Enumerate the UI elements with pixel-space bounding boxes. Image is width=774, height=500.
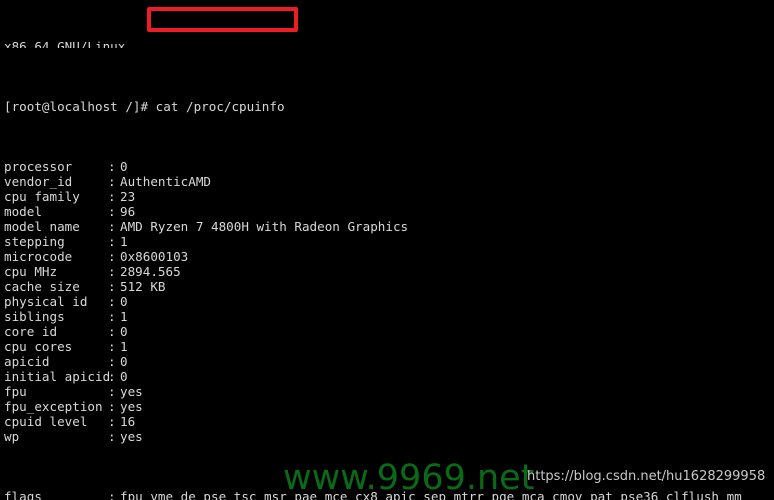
field-separator: :	[108, 264, 116, 279]
field-key: apicid	[4, 354, 50, 369]
field-value: 1	[120, 339, 128, 354]
cpuinfo-field-row: cache size:512 KB	[0, 279, 774, 294]
field-value: 0x8600103	[120, 249, 189, 264]
field-separator: :	[108, 234, 116, 249]
field-separator: :	[108, 414, 116, 429]
field-separator: :	[108, 279, 116, 294]
field-key: model	[4, 204, 42, 219]
field-value: 0	[120, 369, 128, 384]
field-separator: :	[108, 339, 116, 354]
field-key: processor	[4, 159, 73, 174]
cpuinfo-field-row: model:96	[0, 204, 774, 219]
cpuinfo-field-row: stepping:1	[0, 234, 774, 249]
field-key: siblings	[4, 309, 65, 324]
field-separator: :	[108, 159, 116, 174]
typed-command: cat /proc/cpuinfo	[155, 99, 285, 114]
field-value: 1	[120, 309, 128, 324]
cpuinfo-field-row: processor:0	[0, 159, 774, 174]
cpuinfo-field-row: model name: AMD Ryzen 7 4800H with Radeon…	[0, 219, 774, 234]
field-separator: :	[108, 489, 116, 500]
field-key: cache size	[4, 279, 80, 294]
field-value: yes	[120, 429, 143, 444]
field-key: physical id	[4, 294, 88, 309]
field-key: initial apicid	[4, 369, 111, 384]
field-key: flags	[4, 489, 42, 500]
field-key: stepping	[4, 234, 65, 249]
field-key: vendor_id	[4, 174, 73, 189]
field-value: 16	[120, 414, 136, 429]
field-key: model name	[4, 219, 80, 234]
command-prompt-line: [root@localhost /]# cat /proc/cpuinfo	[0, 99, 774, 114]
field-value: 2894.565	[120, 264, 181, 279]
cpuinfo-field-row: apicid:0	[0, 354, 774, 369]
field-separator: :	[108, 174, 116, 189]
terminal-screen: x86_64 GNU/Linux [root@localhost /]# cat…	[0, 0, 774, 500]
field-key: core id	[4, 324, 58, 339]
site-watermark: www.9969.net	[283, 458, 535, 498]
field-separator: :	[108, 429, 116, 444]
field-separator: :	[108, 354, 116, 369]
field-key: fpu	[4, 384, 27, 399]
field-value: 0	[120, 354, 128, 369]
field-separator: :	[108, 249, 116, 264]
field-value: 1	[120, 234, 128, 249]
cpuinfo-field-row: vendor_id: AuthenticAMD	[0, 174, 774, 189]
field-separator: :	[108, 369, 116, 384]
field-value: 23	[120, 189, 136, 204]
field-key: cpu cores	[4, 339, 73, 354]
field-value: 0	[120, 159, 128, 174]
cpuinfo-field-list: processor:0 vendor_id: AuthenticAMD cpu fam…	[0, 159, 774, 444]
field-separator: :	[108, 324, 116, 339]
field-key: cpu MHz	[4, 264, 58, 279]
field-value: 512 KB	[120, 279, 166, 294]
cpuinfo-field-row: physical id:0	[0, 294, 774, 309]
cpuinfo-field-row: fpu_exception: yes	[0, 399, 774, 414]
field-key: wp	[4, 429, 20, 444]
shell-prompt: [root@localhost /]#	[4, 99, 156, 114]
field-separator: :	[108, 294, 116, 309]
cpuinfo-field-row: fpu: yes	[0, 384, 774, 399]
field-key: fpu_exception	[4, 399, 103, 414]
field-separator: :	[108, 309, 116, 324]
field-separator: :	[108, 219, 116, 234]
field-value: AuthenticAMD	[120, 174, 211, 189]
cpuinfo-field-row: cpuid level:16	[0, 414, 774, 429]
cpuinfo-field-row: cpu MHz:2894.565	[0, 264, 774, 279]
field-value: 96	[120, 204, 136, 219]
cpuinfo-field-row: siblings:1	[0, 309, 774, 324]
field-key: cpu family	[4, 189, 80, 204]
field-value: yes	[120, 399, 143, 414]
cpuinfo-field-row: cpu family:23	[0, 189, 774, 204]
field-separator: :	[108, 189, 116, 204]
field-separator: :	[108, 399, 116, 414]
field-value: 0	[120, 294, 128, 309]
field-separator: :	[108, 204, 116, 219]
cpuinfo-field-row: wp: yes	[0, 429, 774, 444]
previous-output-line: x86_64 GNU/Linux	[4, 39, 126, 48]
field-separator: :	[108, 384, 116, 399]
field-key: cpuid level	[4, 414, 88, 429]
blog-url-watermark: https://blog.csdn.net/hu1628299958	[527, 469, 766, 484]
field-value: AMD Ryzen 7 4800H with Radeon Graphics	[120, 219, 409, 234]
cpuinfo-field-row: core id:0	[0, 324, 774, 339]
field-value: 0	[120, 324, 128, 339]
field-value: yes	[120, 384, 143, 399]
cpuinfo-field-row: cpu cores:1	[0, 339, 774, 354]
cpuinfo-field-row: initial apicid: 0	[0, 369, 774, 384]
terminal-output[interactable]: x86_64 GNU/Linux [root@localhost /]# cat…	[0, 0, 774, 500]
field-key: microcode	[4, 249, 73, 264]
cpuinfo-field-row: microcode:0x8600103	[0, 249, 774, 264]
